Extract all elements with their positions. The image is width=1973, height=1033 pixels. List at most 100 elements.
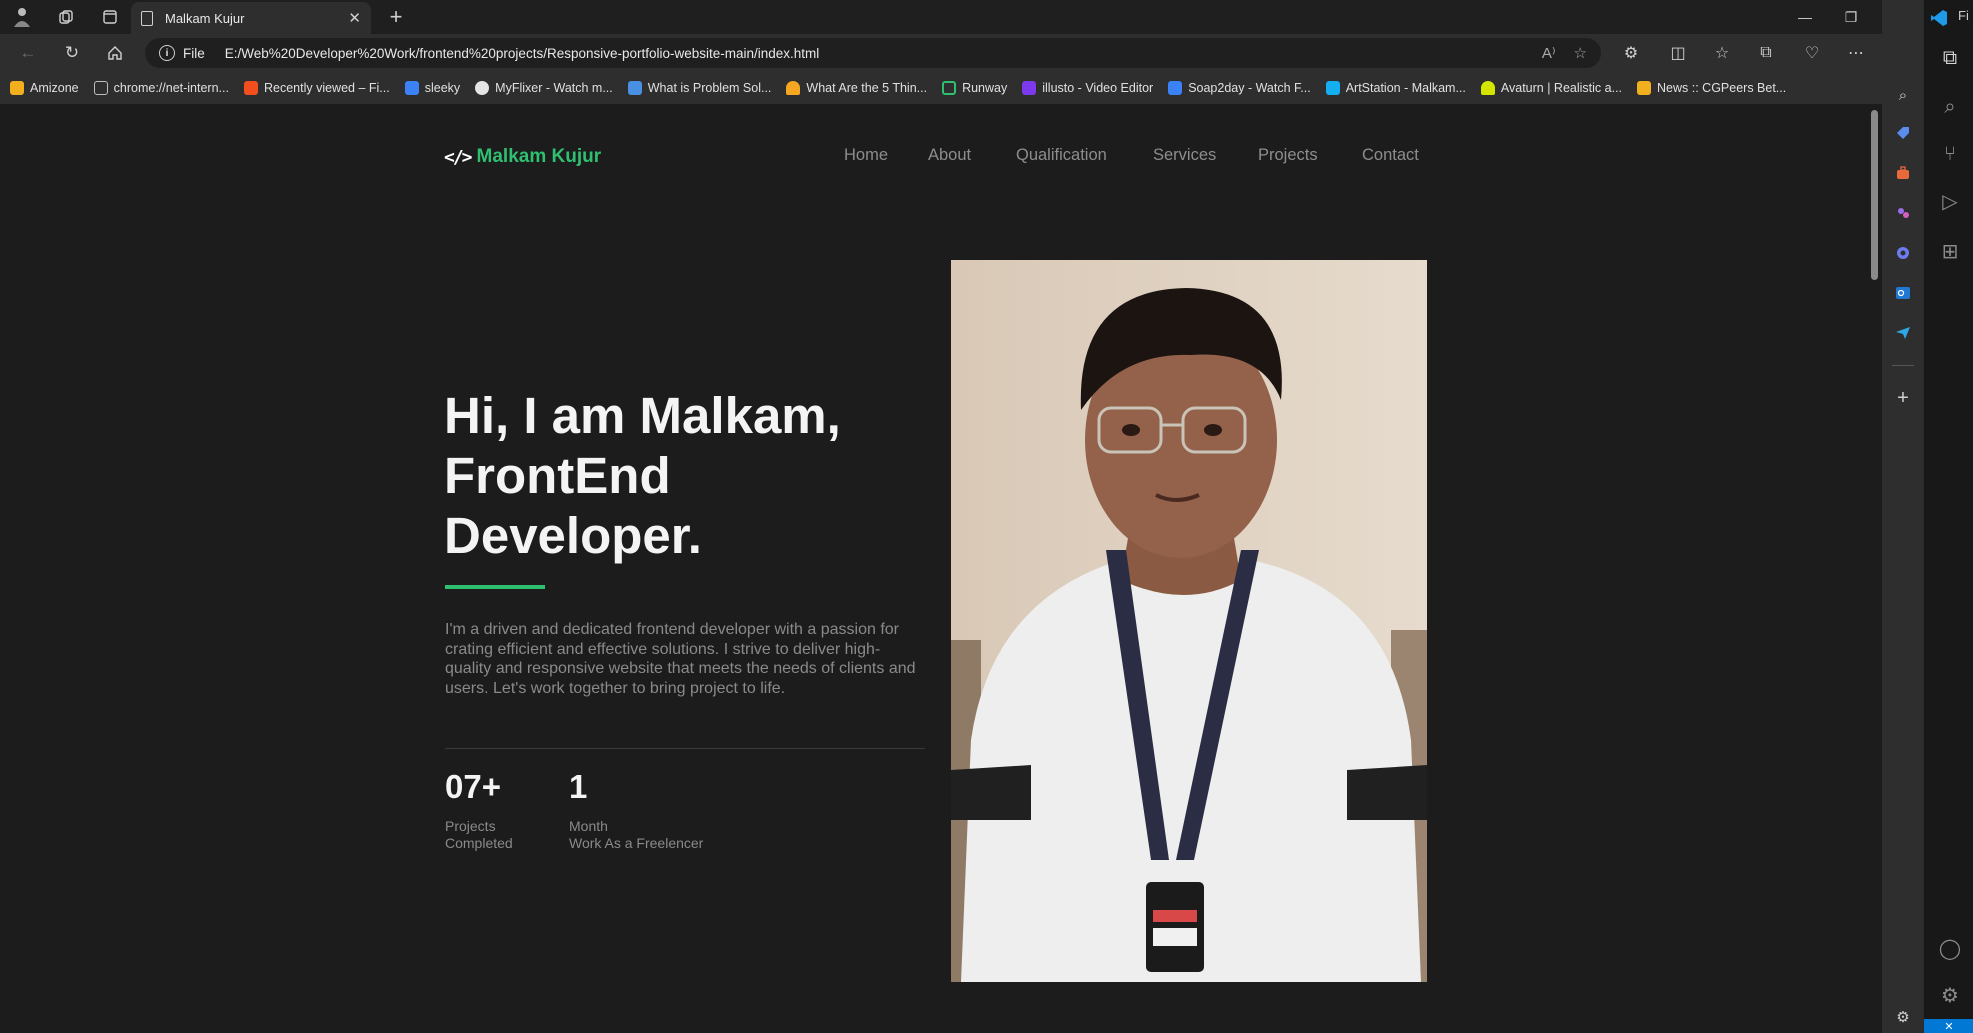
address-url[interactable]: E:/Web%20Developer%20Work/frontend%20pro… <box>225 46 1524 61</box>
bookmark-item[interactable]: What is Problem Sol... <box>627 81 771 95</box>
bookmark-item[interactable]: sleeky <box>404 81 461 95</box>
stat-label-line: Month <box>569 818 608 834</box>
bookmark-favicon-icon <box>1168 81 1183 95</box>
bookmark-favicon-icon <box>627 81 642 95</box>
bookmark-label: sleeky <box>424 81 461 95</box>
send-icon[interactable] <box>1891 321 1915 345</box>
bookmark-label: MyFlixer - Watch m... <box>495 81 613 95</box>
bookmark-item[interactable]: MyFlixer - Watch m... <box>475 81 613 95</box>
page-scrollbar[interactable] <box>1867 104 1882 1033</box>
stats-divider <box>445 748 925 749</box>
nav-services[interactable]: Services <box>1153 146 1216 165</box>
vscode-logo-icon <box>1928 5 1950 31</box>
browser-essentials-icon[interactable]: ♡ <box>1797 38 1827 68</box>
tools-briefcase-icon[interactable] <box>1891 161 1915 185</box>
bookmark-label: illusto - Video Editor <box>1042 81 1154 95</box>
hero-title-line: Developer. <box>444 507 702 564</box>
home-icon[interactable] <box>100 38 130 68</box>
add-sidebar-app-icon[interactable]: + <box>1891 386 1915 410</box>
extensions-icon[interactable]: ⚙ <box>1616 38 1646 68</box>
bookmark-favicon-icon <box>10 81 24 95</box>
bookmark-label: What Are the 5 Thin... <box>806 81 928 95</box>
page-viewport: </> Malkam Kujur Home About Qualificatio… <box>4 104 1867 1033</box>
bookmark-favicon-icon <box>475 81 490 95</box>
split-screen-icon[interactable]: ◫ <box>1663 38 1693 68</box>
code-icon: </> <box>444 146 472 168</box>
profile-avatar-icon[interactable] <box>0 0 44 34</box>
hero-title-line: Hi, I am Malkam, <box>444 387 841 444</box>
run-debug-icon[interactable]: ▷ <box>1937 188 1963 214</box>
workspaces-icon[interactable] <box>44 0 88 34</box>
bookmark-item[interactable]: Avaturn | Realistic a... <box>1480 81 1623 95</box>
new-tab-button[interactable]: + <box>380 2 412 32</box>
hero-title-line: FrontEnd <box>444 447 671 504</box>
bookmark-item[interactable]: Amizone <box>10 81 79 95</box>
tab-actions-icon[interactable] <box>88 0 132 34</box>
stat-months-label: Month Work As a Freelencer <box>569 818 703 852</box>
stat-projects-label: Projects Completed <box>445 818 513 852</box>
back-icon[interactable]: ← <box>13 38 43 68</box>
collections-icon[interactable]: ⧉ <box>1751 38 1781 68</box>
stat-label-line: Completed <box>445 835 513 851</box>
bookmark-item[interactable]: ArtStation - Malkam... <box>1325 81 1466 95</box>
close-tab-icon[interactable]: ✕ <box>348 9 361 27</box>
nav-projects[interactable]: Projects <box>1258 146 1318 165</box>
stat-months-number: 1 <box>569 768 588 805</box>
bookmark-item[interactable]: Runway <box>942 81 1007 95</box>
site-info-icon[interactable]: i <box>159 45 175 61</box>
more-menu-icon[interactable]: ⋯ <box>1841 38 1871 68</box>
bookmark-label: Avaturn | Realistic a... <box>1500 81 1623 95</box>
bookmark-favicon-icon <box>786 81 801 95</box>
vscode-title-fragment: Fi <box>1958 8 1969 23</box>
remote-indicator-icon[interactable]: ✕ <box>1924 1019 1973 1033</box>
favorite-star-icon[interactable]: ☆ <box>1574 44 1587 62</box>
bookmark-favicon-icon <box>404 81 419 95</box>
sidebar-settings-icon[interactable]: ⚙ <box>1891 1005 1915 1029</box>
sidebar-divider <box>1892 365 1914 366</box>
bookmark-favicon-icon <box>1637 81 1652 95</box>
bookmark-label: News :: CGPeers Bet... <box>1657 81 1787 95</box>
accounts-icon[interactable]: ◯ <box>1937 935 1963 961</box>
bookmark-item[interactable]: illusto - Video Editor <box>1022 81 1153 95</box>
address-bar[interactable]: i File E:/Web%20Developer%20Work/fronten… <box>145 38 1601 68</box>
nav-about[interactable]: About <box>928 146 971 165</box>
explorer-files-icon[interactable]: ⧉ <box>1937 45 1963 71</box>
shopping-tag-icon[interactable] <box>1891 121 1915 145</box>
nav-contact[interactable]: Contact <box>1362 146 1419 165</box>
stat-label-line: Projects <box>445 818 496 834</box>
stat-label-line: Work As a Freelencer <box>569 835 704 851</box>
scrollbar-thumb[interactable] <box>1871 110 1878 280</box>
bookmark-favicon-icon <box>243 81 258 95</box>
source-control-icon[interactable]: ⑂ <box>1937 141 1963 167</box>
bookmark-item[interactable]: Recently viewed – Fi... <box>243 81 390 95</box>
site-logo-name: Malkam Kujur <box>476 146 602 167</box>
bookmark-label: Amizone <box>30 81 79 95</box>
restore-icon[interactable]: ❐ <box>1828 0 1874 34</box>
manage-gear-icon[interactable]: ⚙ <box>1937 982 1963 1008</box>
bookmark-item[interactable]: What Are the 5 Thin... <box>786 81 927 95</box>
site-logo[interactable]: </> Malkam Kujur <box>444 146 601 168</box>
vscode-search-icon[interactable]: ⌕ <box>1937 94 1963 120</box>
bookmark-item[interactable]: News :: CGPeers Bet... <box>1637 81 1786 95</box>
copilot-app-icon[interactable] <box>1891 241 1915 265</box>
bookmark-favicon-icon <box>942 81 957 95</box>
bookmark-item[interactable]: chrome://net-intern... <box>93 81 229 95</box>
outlook-icon[interactable] <box>1891 281 1915 305</box>
nav-qualification[interactable]: Qualification <box>1016 146 1107 165</box>
bookmark-favicon-icon <box>93 81 108 95</box>
bookmark-favicon-icon <box>1480 81 1495 95</box>
minimize-icon[interactable]: — <box>1782 0 1828 34</box>
search-icon[interactable]: ⌕ <box>1891 83 1915 107</box>
page-document-icon <box>141 10 153 26</box>
games-icon[interactable] <box>1891 201 1915 225</box>
tab-title: Malkam Kujur <box>165 10 245 26</box>
active-tab[interactable]: Malkam Kujur ✕ <box>131 2 371 34</box>
bookmark-label: chrome://net-intern... <box>113 81 229 95</box>
bookmark-item[interactable]: Soap2day - Watch F... <box>1168 81 1311 95</box>
read-aloud-icon[interactable]: A⁾ <box>1542 44 1556 62</box>
extensions-blocks-icon[interactable]: ⊞ <box>1937 238 1963 264</box>
refresh-icon[interactable]: ↻ <box>57 38 87 68</box>
favorites-icon[interactable]: ☆ <box>1707 38 1737 68</box>
nav-home[interactable]: Home <box>844 146 888 165</box>
bookmark-favicon-icon <box>1325 81 1340 95</box>
